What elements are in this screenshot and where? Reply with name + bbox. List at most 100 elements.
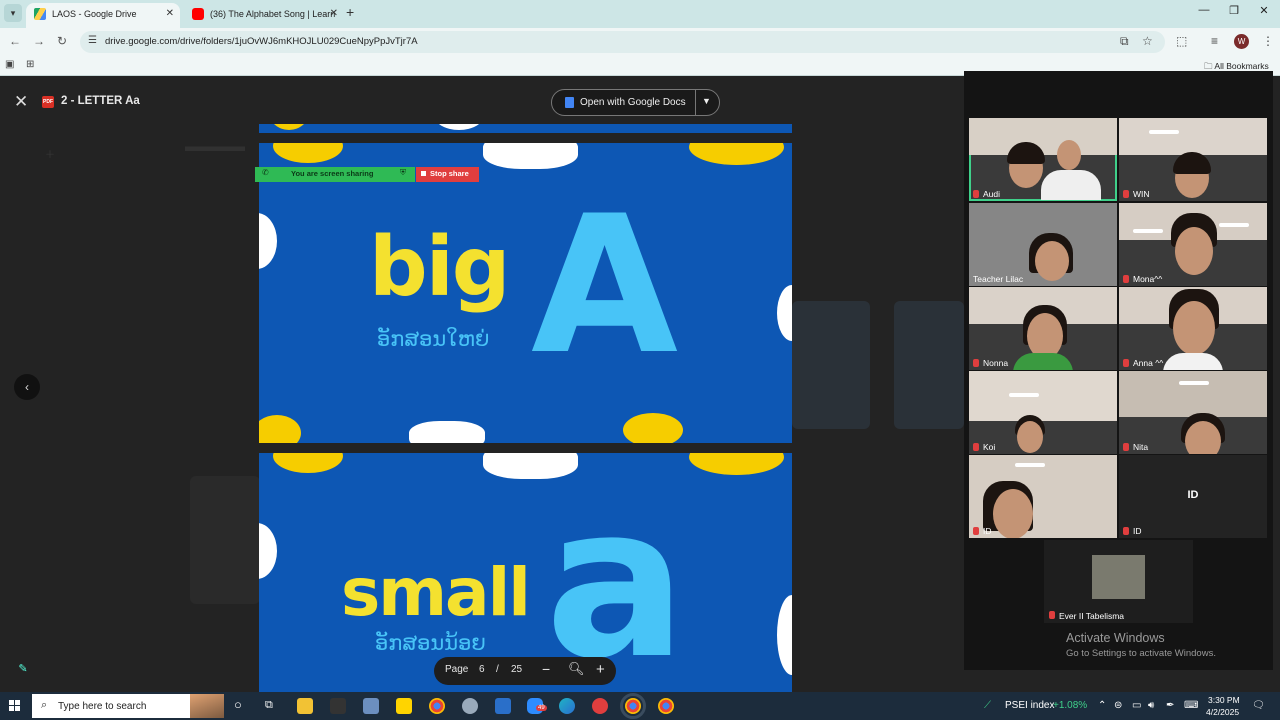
- participant-name: Koi: [983, 442, 996, 452]
- tab-google-drive[interactable]: LAOS - Google Drive ✕: [26, 3, 180, 28]
- sticky-notes-icon[interactable]: [396, 698, 412, 714]
- participant-name: Teacher Lilac: [973, 274, 1024, 284]
- windows-start-icon[interactable]: [9, 700, 21, 712]
- media-control-icon[interactable]: ≡: [1211, 34, 1218, 48]
- app-icon[interactable]: [330, 698, 346, 714]
- notification-center-icon[interactable]: 🗨︎: [1252, 700, 1265, 711]
- stop-share-button[interactable]: Stop share: [416, 167, 479, 182]
- taskbar-date[interactable]: 4/2/2025: [1206, 707, 1239, 717]
- ceiling-light: [1219, 223, 1249, 227]
- participant-tile[interactable]: Nonna: [969, 287, 1117, 370]
- reload-button[interactable]: ↻: [57, 34, 67, 48]
- camera-app-icon[interactable]: [363, 698, 379, 714]
- decorative-blob: [273, 453, 343, 473]
- screen-sharing-banner: ✆ You are screen sharing ⛨: [255, 167, 415, 182]
- chevron-left-icon[interactable]: ‹: [14, 374, 40, 400]
- restore-button[interactable]: ❐: [1219, 4, 1249, 17]
- open-with-docs-button[interactable]: Open with Google Docs ▼: [551, 89, 720, 116]
- tab-title: (36) The Alphabet Song | Learn: [210, 9, 336, 19]
- host-participant-tile[interactable]: Ever II Tabelisma: [1044, 540, 1193, 623]
- more-menu-icon[interactable]: ⋮: [1262, 34, 1274, 48]
- taskbar-time[interactable]: 3:30 PM: [1208, 695, 1240, 705]
- participant-tile[interactable]: Koi: [969, 371, 1117, 454]
- participant-video: [1041, 170, 1101, 200]
- stock-label[interactable]: PSEI index: [1005, 700, 1054, 711]
- participant-name: WIN: [1133, 189, 1150, 199]
- pen-icon[interactable]: ✒: [1166, 700, 1174, 711]
- forward-button[interactable]: →: [33, 34, 45, 48]
- participant-tile[interactable]: Nita: [1119, 371, 1267, 454]
- network-icon[interactable]: ⊜: [1114, 700, 1122, 711]
- participant-tile[interactable]: Mona^^: [1119, 203, 1267, 286]
- participant-tile[interactable]: ID: [969, 455, 1117, 538]
- taskbar-search-field[interactable]: ⌕ Type here to search: [32, 694, 224, 718]
- pdf-page-big-a: big ອັກສອນໃຫຍ່ A: [259, 143, 792, 443]
- participant-tile[interactable]: Anna ^^: [1119, 287, 1267, 370]
- task-view-icon[interactable]: ⧉: [265, 699, 273, 712]
- close-icon[interactable]: ✕: [166, 3, 174, 25]
- pdf-file-icon: PDF: [42, 96, 54, 108]
- close-viewer-button[interactable]: ✕: [14, 92, 28, 112]
- new-tab-button[interactable]: +: [346, 4, 354, 20]
- app-icon[interactable]: [592, 698, 608, 714]
- url-field[interactable]: ☰ drive.google.com/drive/folders/1juOvWJ…: [80, 31, 1165, 53]
- open-with-label: Open with Google Docs: [580, 97, 686, 108]
- decorative-blob: [259, 523, 277, 579]
- windows-taskbar: ⌕ Type here to search ○ ⧉ 49 ⟋ PSEI inde…: [0, 692, 1280, 720]
- edge-icon[interactable]: [559, 698, 575, 714]
- participant-tile[interactable]: WIN: [1119, 118, 1267, 201]
- apps-grid-icon[interactable]: ⊞: [26, 59, 34, 70]
- participant-name: Anna ^^: [1133, 358, 1164, 368]
- google-docs-icon: [565, 97, 574, 108]
- magnifier-icon[interactable]: 🔍︎: [568, 661, 585, 677]
- tab-title: LAOS - Google Drive: [52, 9, 137, 19]
- app-icon[interactable]: [462, 698, 478, 714]
- chrome-icon[interactable]: [658, 698, 674, 714]
- cortana-icon[interactable]: ○: [234, 697, 242, 712]
- participant-tile[interactable]: ID ID: [1119, 455, 1267, 538]
- host-video-thumbnail: [1092, 555, 1145, 599]
- bookmark-star-icon[interactable]: ☆: [1142, 34, 1153, 48]
- site-info-icon[interactable]: ☰: [88, 35, 97, 46]
- tab-search-icon[interactable]: ▾: [4, 4, 22, 22]
- participant-video: [1173, 301, 1215, 355]
- chevron-up-icon[interactable]: ⌃: [1098, 700, 1106, 711]
- sidebar-toggle-icon[interactable]: ▣: [5, 59, 14, 70]
- zoom-out-button[interactable]: −: [542, 661, 550, 677]
- participant-video: [1035, 241, 1069, 281]
- language-icon[interactable]: ⌨: [1184, 700, 1198, 711]
- volume-icon[interactable]: 🔊︎: [1148, 700, 1154, 711]
- decorative-blob: [409, 421, 485, 443]
- close-icon[interactable]: ✕: [330, 3, 338, 25]
- participant-video: [1175, 227, 1213, 275]
- pencil-icon[interactable]: ✎: [14, 660, 32, 678]
- chrome-icon[interactable]: [620, 693, 646, 719]
- zoom-in-button[interactable]: +: [596, 661, 605, 678]
- extensions-icon[interactable]: ⬚: [1176, 34, 1187, 48]
- chevron-down-icon[interactable]: ▼: [702, 96, 711, 106]
- profile-avatar[interactable]: W: [1234, 34, 1249, 49]
- tab-youtube[interactable]: (36) The Alphabet Song | Learn ✕: [184, 3, 344, 28]
- document-title: 2 - LETTER Aa: [61, 95, 140, 107]
- slide-lao-caption: ອັກສອນນ້ອຍ: [375, 631, 486, 655]
- participant-tile[interactable]: Audi: [969, 118, 1117, 201]
- install-app-icon[interactable]: ⧉: [1120, 34, 1129, 49]
- window-close-button[interactable]: ✕: [1249, 4, 1279, 17]
- battery-icon[interactable]: ▭: [1132, 700, 1141, 711]
- file-explorer-icon[interactable]: [297, 698, 313, 714]
- page-number-input[interactable]: 6: [479, 664, 485, 675]
- decorative-blob: [483, 143, 578, 169]
- decorative-blob: [269, 124, 309, 130]
- minimize-button[interactable]: —: [1189, 4, 1219, 16]
- stock-change: +1.08%: [1053, 700, 1088, 711]
- ceiling-light: [1009, 393, 1039, 397]
- divider: [695, 90, 696, 115]
- participant-tile[interactable]: Teacher Lilac: [969, 203, 1117, 286]
- decorative-blob: [259, 415, 301, 443]
- pdf-page-previous: [259, 124, 792, 133]
- calculator-icon[interactable]: [495, 698, 511, 714]
- chrome-icon[interactable]: [429, 698, 445, 714]
- browser-tab-bar: ▾ LAOS - Google Drive ✕ (36) The Alphabe…: [0, 0, 1280, 28]
- decorative-blob: [623, 413, 683, 443]
- back-button[interactable]: ←: [9, 34, 21, 48]
